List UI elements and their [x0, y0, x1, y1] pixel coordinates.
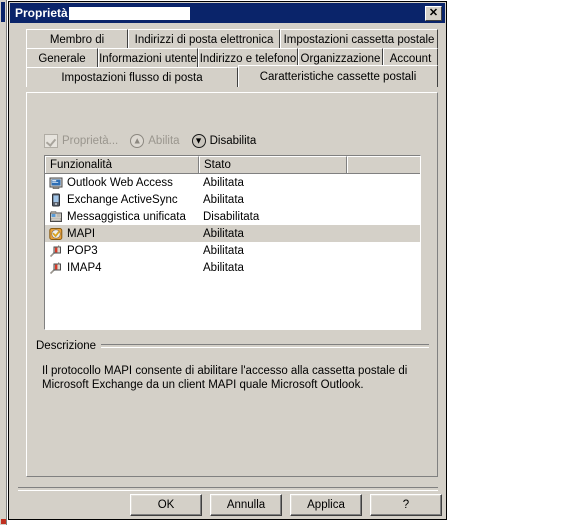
row-name-label: Outlook Web Access [67, 176, 173, 189]
row-state-cell: Abilitata [203, 227, 244, 240]
table-row[interactable]: Outlook Web Access Abilitata [45, 174, 420, 191]
properties-button-label: Proprietà... [62, 135, 119, 147]
window-title: Proprietà [15, 6, 68, 20]
row-name-label: IMAP4 [67, 261, 102, 274]
arrow-down-circle-icon: ▼ [191, 134, 206, 148]
list-rows: Outlook Web Access Abilitata Exchange Ac… [45, 174, 420, 276]
tab-membro-di[interactable]: Membro di [26, 29, 128, 49]
features-toolbar: Proprietà... ▲ Abilita ▼ Disabilita [44, 134, 256, 148]
description-group: Descrizione Il protocollo MAPI consente … [36, 340, 429, 466]
ok-button[interactable]: OK [130, 494, 202, 516]
properties-button[interactable]: Proprietà... [44, 134, 118, 148]
row-name-label: Exchange ActiveSync [67, 193, 178, 206]
tab-page-caratteristiche: Proprietà... ▲ Abilita ▼ Disabilita Funz… [26, 92, 438, 477]
column-header-funzionalita[interactable]: Funzionalità [45, 156, 199, 173]
tab-generale[interactable]: Generale [26, 48, 98, 68]
monitor-icon [49, 177, 63, 189]
column-header-empty[interactable] [347, 156, 420, 173]
arrow-up-circle-icon: ▲ [130, 134, 145, 148]
background-window-sliver [0, 0, 7, 525]
description-text: Il protocollo MAPI consente di abilitare… [42, 365, 408, 391]
tab-caratteristiche-cassette-postali[interactable]: Caratteristiche cassette postali [238, 65, 438, 87]
column-header-stato[interactable]: Stato [199, 156, 347, 173]
dialog-button-bar: OK Annulla Applica ? [130, 494, 442, 516]
background-window-corner-marker [1, 519, 6, 524]
tab-impostazioni-flusso-di-posta[interactable]: Impostazioni flusso di posta [26, 67, 238, 87]
table-row[interactable]: MAPI Abilitata [45, 225, 420, 242]
description-legend: Descrizione [36, 340, 429, 352]
plug-icon [49, 262, 61, 274]
button-separator [18, 487, 438, 491]
close-icon[interactable]: ✕ [425, 5, 442, 21]
row-name-cell: Exchange ActiveSync [45, 193, 199, 207]
row-name-label: MAPI [67, 227, 96, 240]
enable-button[interactable]: ▲ Abilita [130, 134, 180, 148]
tab-row-3: Impostazioni flusso di posta Caratterist… [26, 65, 438, 87]
checkmark-icon [44, 134, 58, 148]
properties-dialog: Proprietà ✕ Membro di Indirizzi di posta… [8, 1, 447, 520]
row-state-cell: Abilitata [203, 244, 244, 257]
dialog-client-area: Membro di Indirizzi di posta elettronica… [10, 23, 445, 518]
outlook-mapi-icon [49, 227, 63, 240]
row-name-label: Messaggistica unificata [67, 210, 186, 223]
fax-machine-icon [50, 210, 62, 222]
tab-indirizzi-posta-elettronica[interactable]: Indirizzi di posta elettronica [128, 29, 280, 49]
description-legend-line [101, 344, 429, 348]
table-row[interactable]: POP3 Abilitata [45, 242, 420, 259]
mobile-device-icon [52, 193, 60, 206]
cancel-button[interactable]: Annulla [210, 494, 282, 516]
list-header: Funzionalità Stato [45, 156, 420, 174]
help-button[interactable]: ? [370, 494, 442, 516]
table-row[interactable]: Exchange ActiveSync Abilitata [45, 191, 420, 208]
tab-strip: Membro di Indirizzi di posta elettronica… [26, 29, 438, 87]
row-name-cell: IMAP4 [45, 261, 199, 275]
disable-button-label: Disabilita [209, 135, 257, 147]
tab-informazioni-utente[interactable]: Informazioni utente [98, 48, 198, 68]
table-row[interactable]: Messaggistica unificata Disabilitata [45, 208, 420, 225]
row-name-cell: POP3 [45, 244, 199, 258]
row-state-cell: Disabilitata [203, 210, 260, 223]
row-name-cell: Outlook Web Access [45, 176, 199, 190]
background-window-titlebar-sliver [1, 2, 5, 22]
screen: Proprietà ✕ Membro di Indirizzi di posta… [0, 0, 570, 525]
row-state-cell: Abilitata [203, 176, 244, 189]
title-redaction-box [68, 6, 190, 20]
row-name-label: POP3 [67, 244, 98, 257]
apply-button[interactable]: Applica [290, 494, 362, 516]
row-name-cell: MAPI [45, 227, 199, 241]
plug-icon [49, 245, 61, 257]
tab-row-1: Membro di Indirizzi di posta elettronica… [26, 29, 438, 49]
description-legend-label: Descrizione [36, 340, 97, 352]
row-state-cell: Abilitata [203, 193, 244, 206]
features-list[interactable]: Funzionalità Stato Outlook Web Access Ab… [44, 155, 421, 330]
tab-impostazioni-cassetta-postale[interactable]: Impostazioni cassetta postale [280, 29, 438, 49]
row-state-cell: Abilitata [203, 261, 244, 274]
row-name-cell: Messaggistica unificata [45, 210, 199, 224]
title-bar[interactable]: Proprietà ✕ [10, 3, 445, 23]
disable-button[interactable]: ▼ Disabilita [191, 134, 257, 148]
table-row[interactable]: IMAP4 Abilitata [45, 259, 420, 276]
enable-button-label: Abilita [148, 135, 180, 147]
